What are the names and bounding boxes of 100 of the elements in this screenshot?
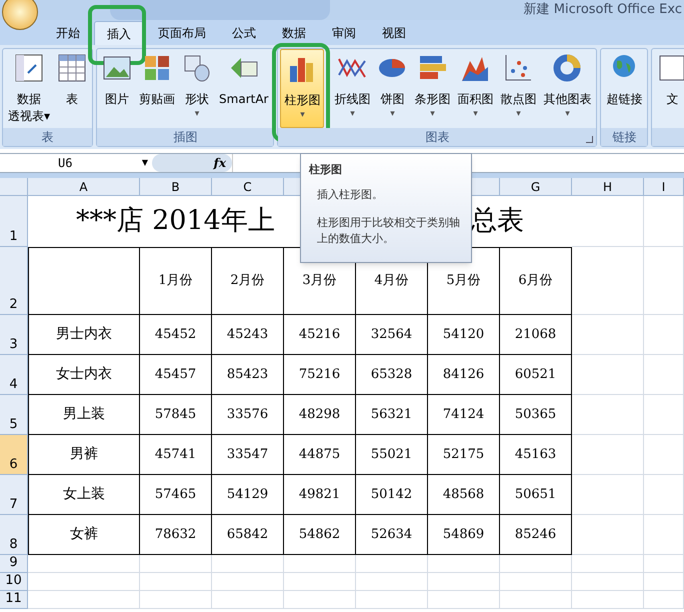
table-cell <box>572 355 644 395</box>
tooltip-text: 柱形图用于比较相交于类别轴上的数值大小。 <box>316 215 461 247</box>
table-cell <box>572 591 644 609</box>
table-cell: 54120 <box>428 315 500 355</box>
window-title: 新建 Microsoft Office Exc <box>524 1 683 20</box>
row-header[interactable]: 11 <box>0 591 28 609</box>
table-cell: 45741 <box>140 435 212 475</box>
table-cell: 54129 <box>212 475 284 515</box>
table-cell: 6月份 <box>500 247 572 315</box>
table-cell <box>644 435 684 475</box>
table-cell: 85246 <box>500 515 572 555</box>
column-header[interactable]: H <box>602 178 612 196</box>
table-cell: 45452 <box>140 315 212 355</box>
ribbon-button[interactable]: 形状 ▾ <box>179 49 216 128</box>
table-cell: 49821 <box>284 475 356 515</box>
ribbon-button[interactable]: 超链接 <box>603 49 646 128</box>
table-cell: 21068 <box>500 315 572 355</box>
column-header[interactable]: G <box>530 178 540 196</box>
column-header[interactable]: B <box>171 178 180 196</box>
ribbon-button[interactable]: 折线图 ▾ <box>331 49 374 128</box>
table-cell: 33547 <box>212 435 284 475</box>
tooltip-text: 插入柱形图。 <box>316 186 384 202</box>
sheet-title: 总表 <box>470 204 524 238</box>
table-cell: 44875 <box>284 435 356 475</box>
tooltip-title: 柱形图 <box>309 162 343 178</box>
group-label: 插图 <box>173 129 198 146</box>
ribbon-tab[interactable]: 数据 <box>270 21 318 45</box>
table-cell: 男上装 <box>28 395 140 435</box>
ribbon-button[interactable]: SmartAr <box>216 49 272 128</box>
ribbon-button[interactable]: 其他图表 ▾ <box>540 49 594 128</box>
ribbon-button[interactable]: 柱形图 ▾ <box>280 49 324 128</box>
ribbon-tab[interactable]: 公式 <box>220 21 268 45</box>
row-header[interactable]: 3 <box>0 315 28 355</box>
table-cell <box>572 315 644 355</box>
table-cell: 78632 <box>140 515 212 555</box>
table-cell <box>500 591 572 609</box>
insert-function-button[interactable]: fx <box>214 154 226 172</box>
row-header[interactable]: 1 <box>0 196 28 247</box>
table-cell: 45243 <box>212 315 284 355</box>
row-header[interactable]: 7 <box>0 475 28 515</box>
table-cell: 女上装 <box>28 475 140 515</box>
ribbon-button[interactable]: 数据 透视表▾ <box>5 49 54 128</box>
table-cell: 50365 <box>500 395 572 435</box>
table-cell: 75216 <box>284 355 356 395</box>
ribbon-button[interactable]: 图片 <box>99 49 136 128</box>
table-cell: 1月份 <box>140 247 212 315</box>
ribbon-button[interactable]: 面积图 ▾ <box>454 49 496 128</box>
row-header[interactable]: 8 <box>0 515 28 555</box>
row-header[interactable]: 4 <box>0 355 28 395</box>
table-cell: 2月份 <box>212 247 284 315</box>
ribbon-button[interactable]: 条形图 ▾ <box>411 49 454 128</box>
table-cell <box>572 395 644 435</box>
name-box[interactable]: U6 ▼ <box>0 154 152 172</box>
column-header[interactable]: A <box>79 178 88 196</box>
table-cell: 56321 <box>356 395 428 435</box>
table-cell <box>572 196 644 247</box>
row-header[interactable]: 5 <box>0 395 28 435</box>
table-cell <box>428 555 500 573</box>
ribbon-button[interactable]: 表 <box>54 49 90 128</box>
column-header[interactable]: C <box>243 178 252 196</box>
column-header[interactable]: I <box>662 178 666 196</box>
ribbon-tab[interactable]: 页面布局 <box>146 21 218 45</box>
table-cell <box>572 247 644 315</box>
table-cell <box>284 591 356 609</box>
ribbon-tab[interactable]: 视图 <box>370 21 418 45</box>
row-header[interactable]: 9 <box>0 555 28 573</box>
table-cell: 女裤 <box>28 515 140 555</box>
table-cell: 85423 <box>212 355 284 395</box>
table-cell <box>644 555 684 573</box>
table-icon <box>57 53 88 83</box>
table-cell: 45216 <box>284 315 356 355</box>
ribbon-tab[interactable]: 开始 <box>44 21 92 45</box>
table-cell <box>140 573 212 591</box>
table-cell: 54862 <box>284 515 356 555</box>
table-cell <box>572 555 644 573</box>
ribbon-tab[interactable]: 插入 <box>94 21 144 45</box>
table-cell <box>644 355 684 395</box>
dialog-launcher-icon[interactable] <box>586 136 594 143</box>
office-logo-icon[interactable] <box>2 0 38 30</box>
group-label: 表 <box>42 129 54 146</box>
table-cell <box>500 555 572 573</box>
table-cell: 48568 <box>428 475 500 515</box>
ribbon-button[interactable]: 散点图 ▾ <box>497 49 540 128</box>
sheet-title: ***店 2014年上 <box>76 204 275 238</box>
table-cell <box>428 591 500 609</box>
ribbon-button[interactable]: 剪贴画 <box>136 49 178 128</box>
row-header[interactable]: 6 <box>0 435 28 475</box>
ribbon-button[interactable]: 文 <box>654 49 684 128</box>
table-cell <box>140 591 212 609</box>
table-cell <box>356 591 428 609</box>
row-header[interactable]: 2 <box>0 247 28 315</box>
group-label: 图表 <box>425 129 450 146</box>
table-cell <box>356 573 428 591</box>
table-cell <box>644 515 684 555</box>
table-cell <box>644 247 684 315</box>
table-cell: 52634 <box>356 515 428 555</box>
table-cell: 55021 <box>356 435 428 475</box>
ribbon-tab[interactable]: 审阅 <box>320 21 368 45</box>
row-header[interactable]: 10 <box>0 573 28 591</box>
ribbon-button[interactable]: 饼图 ▾ <box>374 49 410 128</box>
